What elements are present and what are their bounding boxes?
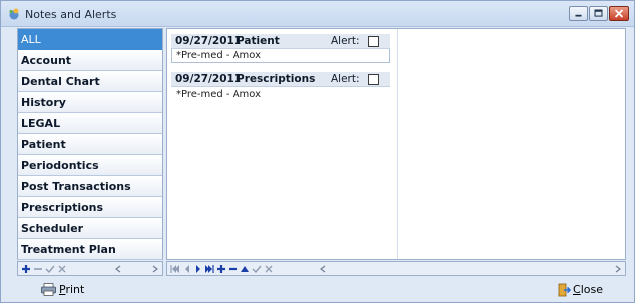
scroll-right-icon[interactable]	[614, 265, 622, 273]
category-navigator	[17, 261, 163, 276]
note-card[interactable]: 09/27/2011 Patient Alert: *Pre-med - Amo…	[171, 34, 390, 63]
category-item-dental-chart[interactable]: Dental Chart	[18, 71, 162, 92]
category-item-periodontics[interactable]: Periodontics	[18, 155, 162, 176]
category-list: ALL Account Dental Chart History LEGAL P…	[17, 28, 163, 260]
category-item-all[interactable]: ALL	[18, 29, 162, 50]
note-text[interactable]: *Pre-med - Amox	[171, 49, 390, 63]
add-record-icon[interactable]	[216, 264, 226, 274]
column-divider	[397, 29, 398, 259]
alert-checkbox[interactable]	[368, 36, 379, 47]
note-date: 09/27/2011	[175, 73, 242, 85]
exit-door-icon	[558, 283, 571, 297]
printer-icon	[41, 283, 56, 296]
category-item-treatment-plan[interactable]: Treatment Plan	[18, 239, 162, 260]
footer-bar: Print Close	[1, 277, 634, 302]
post-edit-check-icon[interactable]	[252, 264, 262, 274]
note-date: 09/27/2011	[175, 35, 242, 47]
category-item-legal[interactable]: LEGAL	[18, 113, 162, 134]
delete-icon[interactable]	[33, 264, 43, 274]
alert-checkbox[interactable]	[368, 74, 379, 85]
title-bar: Notes and Alerts	[1, 1, 634, 27]
scroll-left-icon[interactable]	[319, 265, 327, 273]
notes-and-alerts-window: Notes and Alerts ALL Account Dental Char…	[0, 0, 635, 303]
close-window-button[interactable]	[609, 6, 629, 21]
close-icon	[614, 9, 624, 18]
notes-panel: 09/27/2011 Patient Alert: *Pre-med - Amo…	[166, 28, 626, 260]
last-record-icon[interactable]	[204, 264, 214, 274]
cancel-x-icon[interactable]	[57, 264, 67, 274]
cancel-edit-icon[interactable]	[264, 264, 274, 274]
close-label: Close	[573, 283, 603, 296]
print-label: Print	[59, 283, 85, 296]
edit-record-icon[interactable]	[240, 264, 250, 274]
note-header: 09/27/2011 Prescriptions Alert:	[171, 72, 390, 87]
category-item-post-transactions[interactable]: Post Transactions	[18, 176, 162, 197]
minimize-icon	[575, 14, 582, 17]
minimize-button[interactable]	[569, 6, 588, 21]
scroll-right-icon[interactable]	[151, 265, 159, 273]
category-item-patient[interactable]: Patient	[18, 134, 162, 155]
first-record-icon[interactable]	[170, 264, 180, 274]
maximize-button[interactable]	[589, 6, 608, 21]
note-category: Patient	[237, 35, 280, 47]
previous-record-icon[interactable]	[182, 264, 192, 274]
notes-alerts-app-icon	[9, 8, 19, 20]
next-record-icon[interactable]	[193, 264, 203, 274]
category-item-account[interactable]: Account	[18, 50, 162, 71]
window-title: Notes and Alerts	[25, 8, 117, 21]
category-item-prescriptions[interactable]: Prescriptions	[18, 197, 162, 218]
close-button[interactable]: Close	[558, 282, 618, 298]
delete-record-icon[interactable]	[228, 264, 238, 274]
note-category: Prescriptions	[237, 73, 316, 85]
category-item-history[interactable]: History	[18, 92, 162, 113]
note-card[interactable]: 09/27/2011 Prescriptions Alert: *Pre-med…	[171, 72, 390, 101]
category-item-scheduler[interactable]: Scheduler	[18, 218, 162, 239]
scroll-left-icon[interactable]	[114, 265, 122, 273]
alert-label: Alert:	[331, 35, 360, 47]
note-text[interactable]: *Pre-med - Amox	[171, 87, 390, 101]
confirm-check-icon[interactable]	[45, 264, 55, 274]
add-icon[interactable]	[21, 264, 31, 274]
notes-navigator	[166, 261, 626, 276]
note-header: 09/27/2011 Patient Alert:	[171, 34, 390, 49]
maximize-icon	[594, 9, 603, 17]
alert-label: Alert:	[331, 73, 360, 85]
